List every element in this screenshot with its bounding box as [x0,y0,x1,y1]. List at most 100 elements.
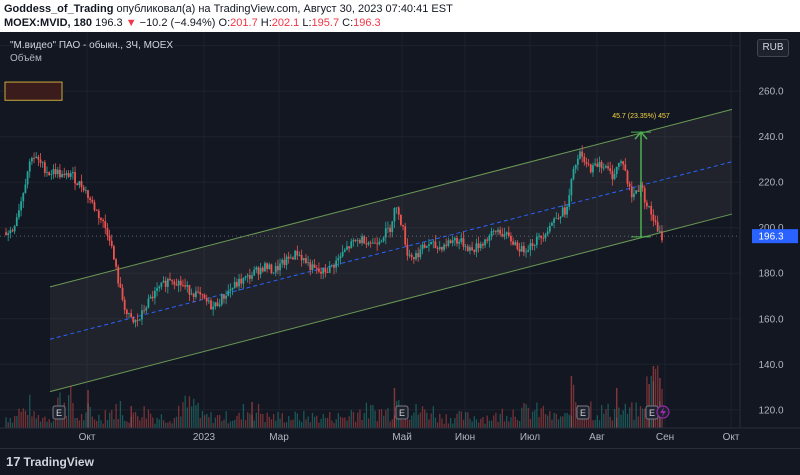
volume-bar [268,416,270,428]
tradingview-logo[interactable]: 17 TradingView [6,454,94,469]
candle-body [637,190,640,192]
volume-bar [124,420,126,428]
volume-bar [525,404,527,428]
chart-area[interactable]: 45.7 (23.35%) 457 120.0 140.0 160.0 180.0 200… [0,32,800,448]
candle-body [337,258,340,261]
candle-body [244,276,247,278]
volume-bar [428,419,430,428]
candle-body [661,231,663,241]
volume-bar [600,405,603,428]
volume-bar [495,412,497,428]
candle-body [309,262,312,271]
volume-bar [419,412,422,428]
volume-bar [298,420,301,428]
volume-bar [506,415,508,428]
candle-body [408,254,411,256]
candle-body [481,243,484,246]
volume-bar [335,419,337,428]
volume-bar [486,415,488,428]
volume-spike [130,406,132,428]
candle-body [514,242,517,245]
volume-bar [430,413,432,428]
candle-body [574,164,577,169]
volume-bar [121,415,124,428]
candle-body [317,268,320,272]
candle-body [322,268,325,274]
price-chart[interactable]: 45.7 (23.35%) 457120.0140.0160.0180.0200… [0,32,800,448]
x-tick-label: Сен [656,432,674,443]
candle-body [583,156,586,163]
volume-bar [415,404,417,428]
x-tick-label: Окт [723,432,740,443]
candle-body [570,179,573,196]
chart-legend: "М.видео" ПАО - обыкн., 3Ч, MOEX Объём [10,40,173,64]
candle-body [141,310,143,320]
volume-bar [411,415,413,428]
publish-info: Goddess_of_Trading опубликовал(а) на Tra… [4,3,453,15]
candle-body [223,294,225,299]
candle-body [371,242,374,244]
volume-spike [87,390,89,428]
candle-body [374,242,376,244]
candle-body [272,272,275,274]
volume-bar [253,420,255,428]
volume-bar [568,414,570,428]
volume-bar [305,419,307,428]
candle-body [225,295,228,299]
volume-bar [199,417,201,428]
volume-bar [635,402,637,428]
volume-bar [424,409,426,428]
candle-body [203,294,206,299]
volume-bar [26,414,29,428]
volume-bar [603,413,605,428]
currency-button[interactable]: RUB [757,39,789,57]
candle-body [158,286,161,289]
candle-body [134,320,137,323]
volume-bar [406,419,409,428]
volume-bar [441,418,443,428]
candle-body [91,199,94,203]
volume-bar [566,412,568,428]
volume-bar [37,414,40,428]
candle-body [43,162,46,173]
candle-body [50,174,53,175]
candle-body [486,239,489,241]
candle-body [61,174,64,178]
author-name[interactable]: Goddess_of_Trading [4,3,113,15]
candle-body [538,235,540,237]
volume-bar [324,417,327,428]
candle-body [182,285,184,287]
candle-body [220,294,223,305]
volume-bar [432,406,434,428]
volume-bar [598,420,601,428]
candle-body [369,242,372,244]
volume-bar [294,411,296,428]
candle-body [18,210,20,218]
candle-body [525,251,527,253]
volume-bar [391,419,393,428]
x-tick-label: Окт [79,432,96,443]
low-value: 195.7 [311,17,340,29]
candle-body [82,187,85,191]
volume-bar [307,416,309,428]
candle-body [451,240,454,243]
candle-body [378,241,381,245]
volume-bar [348,416,350,428]
volume-bar [180,416,182,428]
high-label: H: [260,17,272,29]
volume-bar [175,416,178,428]
volume-bar [31,416,33,428]
candle-body [492,230,495,232]
candle-body [48,172,51,175]
volume-bar [275,420,277,428]
candle-body [428,244,430,246]
candle-body [87,190,89,198]
x-tick-label: Мар [269,432,289,443]
volume-bar [329,412,331,428]
candle-body [576,158,579,165]
candle-body [658,231,661,232]
volume-spike [570,376,573,428]
volume-bar [134,411,137,428]
volume-bar [128,422,130,428]
volume-bar [100,420,102,428]
